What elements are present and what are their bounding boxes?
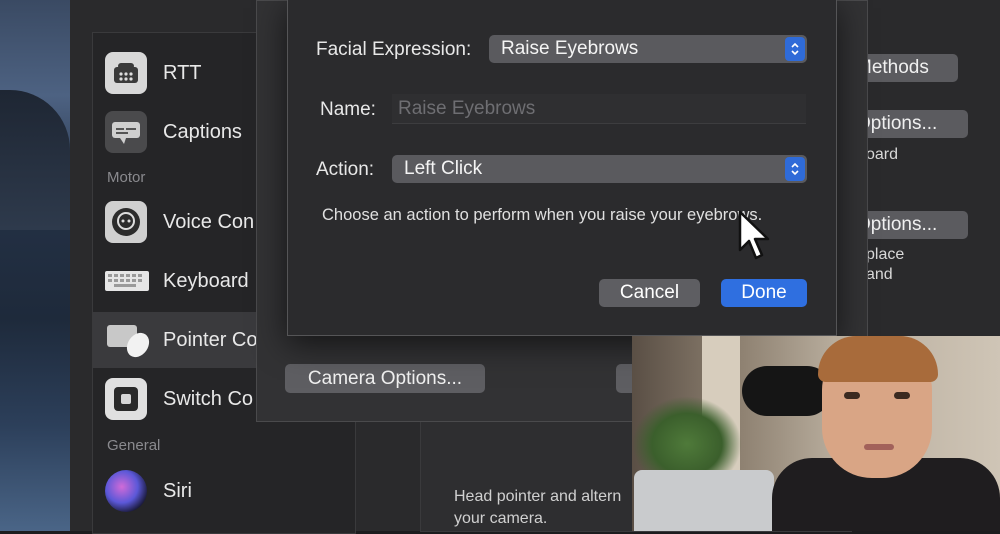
name-input[interactable] (396, 97, 800, 121)
section-header-motor: Motor (107, 169, 146, 186)
webcam-laptop (634, 470, 774, 531)
camera-options-button[interactable]: Camera Options... (285, 364, 485, 393)
description-fragment-2b: and (866, 266, 893, 283)
name-label: Name: (320, 99, 376, 120)
facial-expression-popup[interactable]: Raise Eyebrows (489, 35, 807, 63)
name-field[interactable] (392, 94, 806, 124)
button-label: Options... (856, 113, 938, 134)
siri-icon (105, 470, 147, 512)
facial-expression-label: Facial Expression: (316, 39, 472, 60)
hint-line-2: your camera. (454, 510, 548, 527)
action-label: Action: (316, 159, 375, 180)
description-fragment-1: oard (866, 146, 899, 163)
sidebar-item-label: Keyboard (163, 269, 249, 292)
description-fragment-2a: place (866, 246, 905, 263)
sidebar-item-label: Captions (163, 120, 242, 143)
done-button[interactable]: Done (721, 279, 807, 307)
keyboard-icon (103, 260, 151, 302)
webcam-mouth (864, 444, 894, 450)
sidebar-item-label: RTT (163, 61, 202, 84)
desktop-wallpaper (0, 0, 70, 531)
captions-icon (105, 111, 147, 153)
voice-control-icon (105, 201, 147, 243)
webcam-overlay (632, 336, 1000, 531)
facial-expression-value: Raise Eyebrows (501, 38, 639, 59)
action-value: Left Click (404, 158, 483, 179)
sidebar-item-siri[interactable]: Siri (93, 463, 355, 519)
mouse-pointer-icon (738, 210, 774, 269)
sidebar-item-label: Voice Con (163, 210, 255, 233)
phone-icon (105, 52, 147, 94)
section-header-general: General (107, 437, 161, 454)
webcam-plant (632, 396, 742, 476)
popup-chevron-icon (785, 37, 805, 61)
button-label: Done (741, 282, 787, 303)
webcam-eye-left (844, 392, 860, 399)
pointer-control-icon (105, 319, 153, 361)
button-label: Camera Options... (307, 367, 463, 389)
sidebar-item-label: Pointer Co (163, 328, 258, 351)
action-description: Choose an action to perform when you rai… (322, 206, 763, 224)
hint-line-1: Head pointer and altern (454, 488, 622, 505)
sidebar-item-label: Switch Co (163, 387, 254, 410)
wallpaper-hill (0, 90, 70, 230)
cancel-button[interactable]: Cancel (599, 279, 700, 307)
popup-chevron-icon (785, 157, 805, 181)
webcam-person-hair (818, 336, 938, 382)
button-label: Options... (856, 214, 938, 235)
action-popup[interactable]: Left Click (392, 155, 807, 183)
sidebar-item-label: Siri (163, 479, 192, 502)
switch-control-icon (105, 378, 147, 420)
webcam-eye-right (894, 392, 910, 399)
button-label: Cancel (619, 282, 680, 303)
head-pointer-hint: Head pointer and altern your camera. (454, 486, 621, 530)
